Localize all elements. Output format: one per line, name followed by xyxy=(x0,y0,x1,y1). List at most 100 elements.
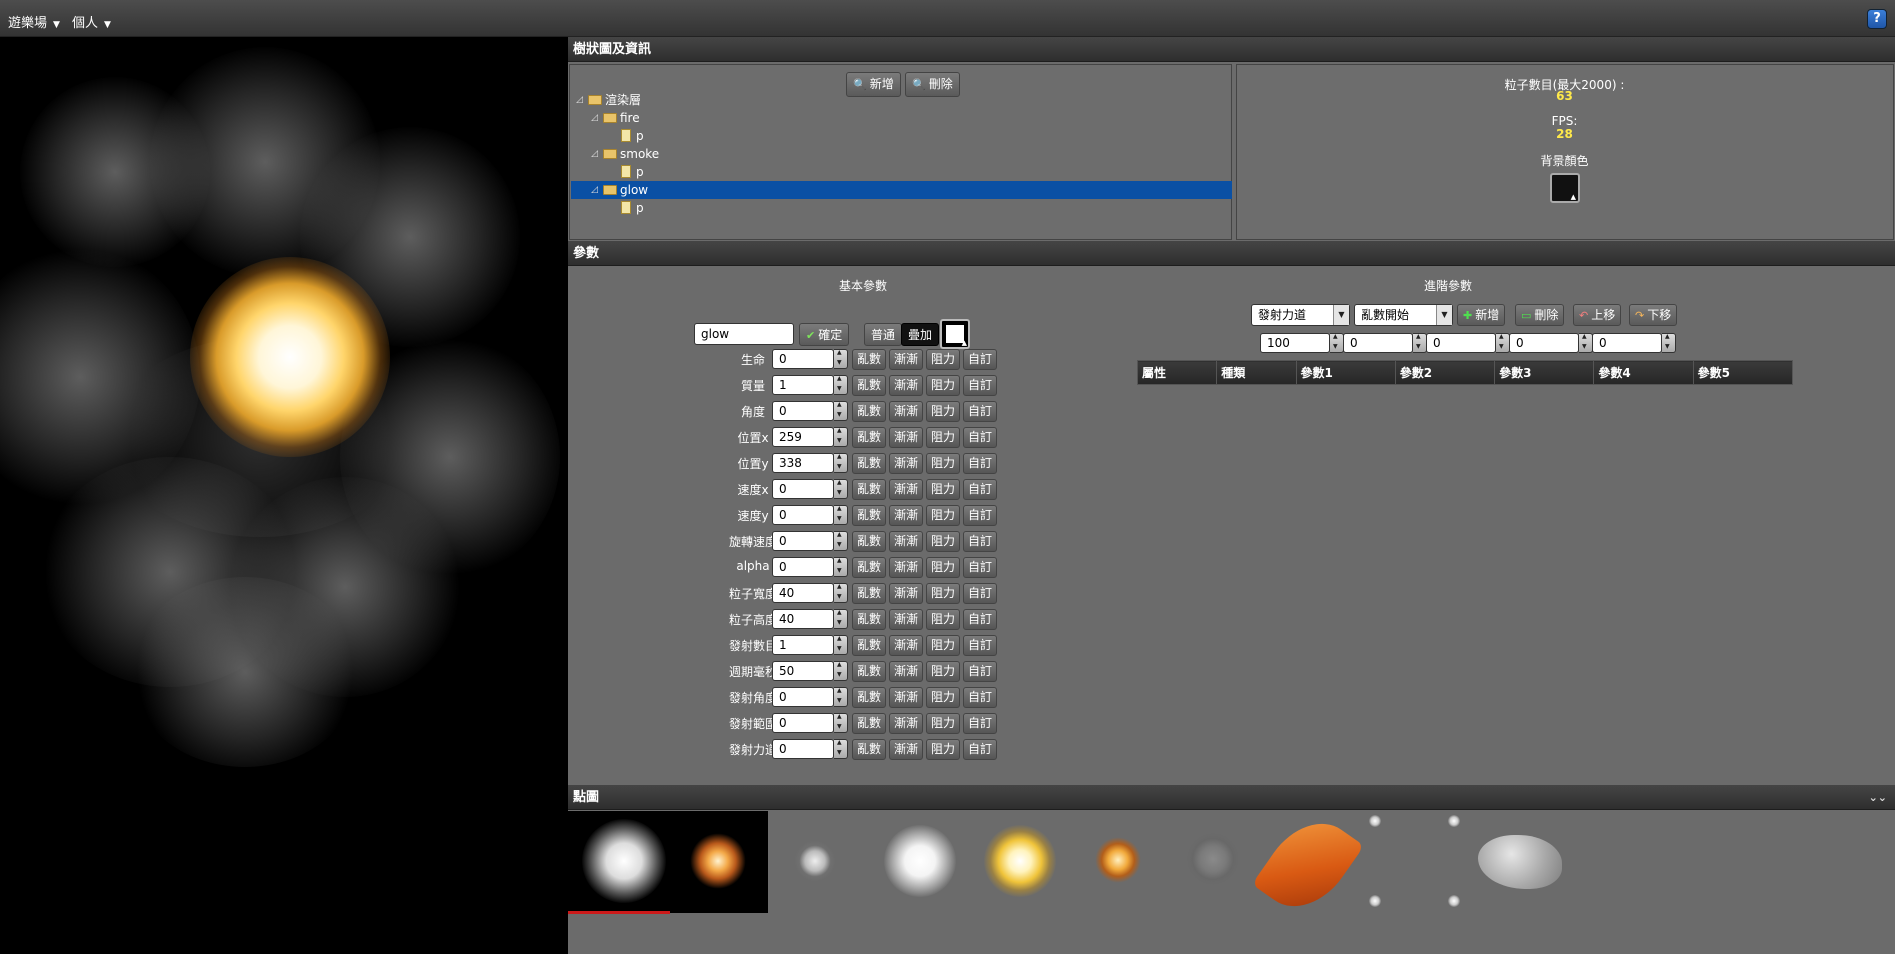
table-column-header[interactable]: 參數4 xyxy=(1593,360,1694,385)
param-mode-button[interactable]: 阻力 xyxy=(926,739,960,760)
param-mode-button[interactable]: 自訂 xyxy=(963,661,997,682)
attribute-select[interactable]: 發射力道 ▼ xyxy=(1251,304,1350,326)
param-mode-button[interactable]: 漸漸 xyxy=(889,401,923,422)
texture-grey-rock[interactable] xyxy=(1478,835,1562,889)
spinner-arrows-icon[interactable] xyxy=(834,349,848,369)
param-mode-button[interactable]: 漸漸 xyxy=(889,453,923,474)
particle-color-picker[interactable]: ▲ xyxy=(940,319,970,349)
param-mode-button[interactable]: 漸漸 xyxy=(889,713,923,734)
param-mode-button[interactable]: 漸漸 xyxy=(889,661,923,682)
param-mode-button[interactable]: 自訂 xyxy=(963,505,997,526)
param-mode-button[interactable]: 亂數 xyxy=(852,505,886,526)
param-value-input[interactable]: 1 xyxy=(772,375,834,395)
param-value-input[interactable]: 259 xyxy=(772,427,834,447)
param-mode-button[interactable]: 阻力 xyxy=(926,505,960,526)
advanced-param-input[interactable]: 0 xyxy=(1509,333,1579,353)
param-mode-button[interactable]: 自訂 xyxy=(963,531,997,552)
param-mode-button[interactable]: 漸漸 xyxy=(889,427,923,448)
double-chevron-icon[interactable]: ⌄⌄ xyxy=(1869,785,1887,810)
param-mode-button[interactable]: 亂數 xyxy=(852,531,886,552)
bg-color-picker[interactable]: ▲ xyxy=(1550,173,1580,203)
param-value-input[interactable]: 0 xyxy=(772,687,834,707)
param-mode-button[interactable]: 自訂 xyxy=(963,349,997,370)
param-mode-button[interactable]: 阻力 xyxy=(926,583,960,604)
type-select[interactable]: 亂數開始 ▼ xyxy=(1354,304,1453,326)
texture-white-glow[interactable] xyxy=(884,825,956,897)
param-mode-button[interactable]: 阻力 xyxy=(926,349,960,370)
table-column-header[interactable]: 參數3 xyxy=(1494,360,1595,385)
expand-toggle-icon[interactable]: ◿ xyxy=(591,109,598,127)
spinner-arrows-icon[interactable] xyxy=(834,609,848,629)
spinner-arrows-icon[interactable] xyxy=(834,479,848,499)
param-mode-button[interactable]: 漸漸 xyxy=(889,479,923,500)
spinner-arrows-icon[interactable] xyxy=(834,557,848,577)
advanced-delete-button[interactable]: ▭ 刪除 xyxy=(1515,304,1565,326)
param-mode-button[interactable]: 阻力 xyxy=(926,609,960,630)
param-mode-button[interactable]: 自訂 xyxy=(963,375,997,396)
param-mode-button[interactable]: 阻力 xyxy=(926,375,960,396)
menu-personal[interactable]: 個人 ▼ xyxy=(72,12,111,31)
param-value-input[interactable]: 338 xyxy=(772,453,834,473)
help-icon[interactable]: ? xyxy=(1867,9,1887,29)
param-mode-button[interactable]: 漸漸 xyxy=(889,687,923,708)
spinner-arrows-icon[interactable] xyxy=(834,661,848,681)
param-mode-button[interactable]: 阻力 xyxy=(926,687,960,708)
texture-white-soft-dot[interactable] xyxy=(582,819,666,903)
expand-toggle-icon[interactable]: ◿ xyxy=(591,145,598,163)
param-value-input[interactable]: 40 xyxy=(772,583,834,603)
param-mode-button[interactable]: 亂數 xyxy=(852,661,886,682)
param-mode-button[interactable]: 漸漸 xyxy=(889,505,923,526)
advanced-param-input[interactable]: 0 xyxy=(1426,333,1496,353)
param-value-input[interactable]: 0 xyxy=(772,479,834,499)
param-mode-button[interactable]: 自訂 xyxy=(963,713,997,734)
spinner-arrows-icon[interactable] xyxy=(1579,333,1593,353)
param-value-input[interactable]: 1 xyxy=(772,635,834,655)
confirm-button[interactable]: ✔ 確定 xyxy=(799,323,850,346)
spinner-arrows-icon[interactable] xyxy=(834,635,848,655)
spinner-arrows-icon[interactable] xyxy=(1413,333,1427,353)
param-mode-button[interactable]: 阻力 xyxy=(926,453,960,474)
texture-small-fire[interactable] xyxy=(1095,837,1141,883)
texture-sparkle[interactable] xyxy=(1369,895,1381,907)
param-mode-button[interactable]: 阻力 xyxy=(926,635,960,656)
spinner-arrows-icon[interactable] xyxy=(834,713,848,733)
param-mode-button[interactable]: 自訂 xyxy=(963,635,997,656)
param-mode-button[interactable]: 阻力 xyxy=(926,401,960,422)
spinner-arrows-icon[interactable] xyxy=(834,531,848,551)
texture-dark-smoke[interactable] xyxy=(1187,833,1239,885)
param-mode-button[interactable]: 亂數 xyxy=(852,687,886,708)
param-value-input[interactable]: 0 xyxy=(772,349,834,369)
param-mode-button[interactable]: 漸漸 xyxy=(889,349,923,370)
param-mode-button[interactable]: 亂數 xyxy=(852,635,886,656)
tree-node-glow-p[interactable]: p xyxy=(571,199,1232,217)
texture-yellow-glow[interactable] xyxy=(984,825,1056,897)
advanced-param-input[interactable]: 0 xyxy=(1343,333,1413,353)
param-mode-button[interactable]: 亂數 xyxy=(852,583,886,604)
spinner-arrows-icon[interactable] xyxy=(1330,333,1344,353)
tree-node-smoke[interactable]: ◿ smoke xyxy=(571,145,1232,163)
spinner-arrows-icon[interactable] xyxy=(834,427,848,447)
param-mode-button[interactable]: 阻力 xyxy=(926,713,960,734)
spinner-arrows-icon[interactable] xyxy=(1662,333,1676,353)
tree-node-render-layer[interactable]: ◿ 渲染層 xyxy=(571,91,1232,109)
texture-smoke-puff[interactable] xyxy=(795,841,835,881)
param-mode-button[interactable]: 自訂 xyxy=(963,739,997,760)
menu-playground[interactable]: 遊樂場 ▼ xyxy=(8,12,60,31)
param-mode-button[interactable]: 亂數 xyxy=(852,401,886,422)
texture-orange-leaf[interactable] xyxy=(1251,805,1365,925)
param-mode-button[interactable]: 漸漸 xyxy=(889,635,923,656)
spinner-arrows-icon[interactable] xyxy=(834,687,848,707)
param-mode-button[interactable]: 阻力 xyxy=(926,427,960,448)
param-mode-button[interactable]: 阻力 xyxy=(926,661,960,682)
tree-node-smoke-p[interactable]: p xyxy=(571,163,1232,181)
param-value-input[interactable]: 0 xyxy=(772,713,834,733)
param-mode-button[interactable]: 亂數 xyxy=(852,479,886,500)
move-up-button[interactable]: ↶ 上移 xyxy=(1573,304,1622,326)
spinner-arrows-icon[interactable] xyxy=(834,739,848,759)
param-mode-button[interactable]: 自訂 xyxy=(963,427,997,448)
param-mode-button[interactable]: 自訂 xyxy=(963,687,997,708)
param-mode-button[interactable]: 漸漸 xyxy=(889,609,923,630)
param-mode-button[interactable]: 自訂 xyxy=(963,401,997,422)
blend-normal-button[interactable]: 普通 xyxy=(864,323,903,346)
param-mode-button[interactable]: 自訂 xyxy=(963,583,997,604)
